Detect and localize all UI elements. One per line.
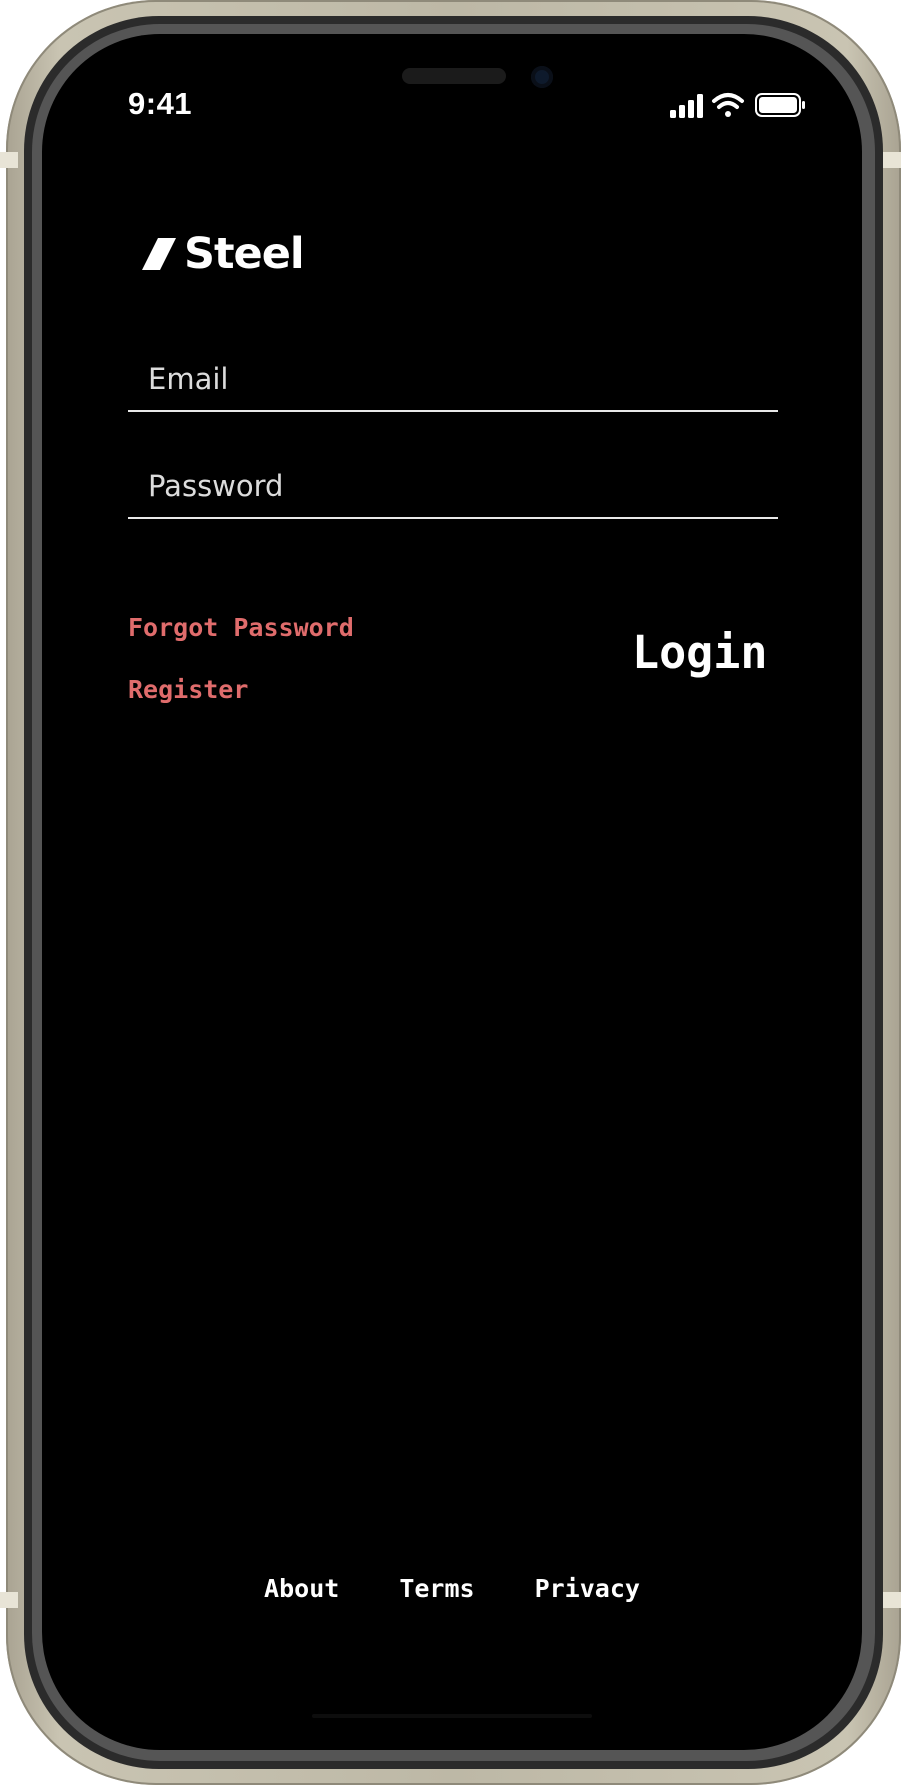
status-time: 9:41 — [128, 86, 193, 121]
status-icons — [670, 93, 805, 118]
login-button[interactable]: Login — [632, 626, 767, 679]
footer-link-terms[interactable]: Terms — [399, 1574, 474, 1603]
forgot-password-link[interactable]: Forgot Password — [128, 613, 354, 642]
side-button — [0, 1592, 18, 1608]
side-button — [883, 1592, 901, 1608]
wifi-icon — [712, 93, 744, 117]
slash-logo-icon — [142, 238, 176, 270]
email-field[interactable] — [128, 350, 778, 412]
battery-icon — [755, 93, 805, 117]
register-link[interactable]: Register — [128, 675, 248, 704]
cellular-signal-icon — [670, 94, 703, 118]
footer-link-privacy[interactable]: Privacy — [535, 1574, 640, 1603]
home-indicator — [312, 1714, 592, 1718]
password-input[interactable] — [148, 457, 768, 515]
brand-name: Steel — [184, 229, 305, 279]
brand-logo: Steel — [142, 224, 305, 284]
footer-link-about[interactable]: About — [264, 1574, 339, 1603]
footer-nav: About Terms Privacy — [42, 1574, 862, 1603]
side-button — [0, 152, 18, 168]
password-field[interactable] — [128, 457, 778, 519]
screen: 9:41 Steel Forgot Password Register — [42, 34, 862, 1750]
side-button — [883, 152, 901, 168]
front-camera — [531, 66, 553, 88]
email-input[interactable] — [148, 350, 768, 408]
earpiece-speaker — [402, 68, 506, 84]
